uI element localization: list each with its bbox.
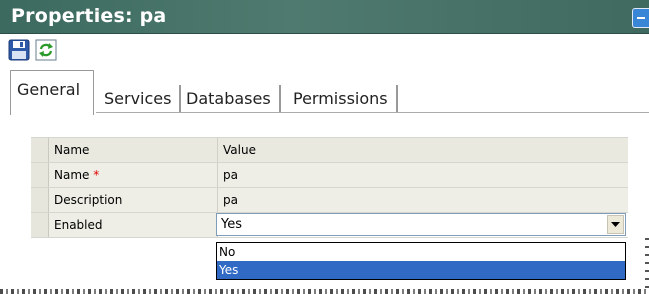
grid-header-row: Name Value (31, 137, 628, 163)
required-marker: * (93, 168, 100, 182)
table-row: Name * pa (31, 163, 628, 188)
window-titlebar: Properties: pa (0, 0, 649, 34)
truncated-content-strip (0, 289, 649, 294)
dropdown-option-yes[interactable]: Yes (217, 261, 625, 279)
tab-strip: General Services Databases Permissions (0, 70, 649, 116)
property-enabled-label: Enabled (49, 213, 218, 237)
refresh-icon[interactable] (35, 39, 57, 61)
tab-services[interactable]: Services (96, 85, 182, 112)
property-name-label: Name * (49, 163, 218, 187)
tab-databases[interactable]: Databases (178, 85, 281, 112)
row-gutter (31, 138, 49, 162)
scroll-edge-artifact (645, 236, 649, 288)
enabled-dropdown-list: No Yes (216, 242, 626, 280)
enabled-select[interactable]: Yes (216, 213, 626, 236)
property-name-value[interactable]: pa (218, 163, 628, 187)
enabled-select-value: Yes (221, 217, 242, 232)
window-title: Properties: pa (11, 5, 167, 27)
properties-grid: Name Value Name * pa Description pa Enab… (31, 137, 628, 238)
property-description-label: Description (49, 188, 218, 212)
row-gutter (31, 188, 49, 212)
minimize-icon[interactable] (632, 8, 649, 28)
tab-general[interactable]: General (10, 70, 94, 115)
property-description-value[interactable]: pa (218, 188, 628, 212)
save-icon[interactable] (8, 39, 30, 61)
property-name-text: Name (54, 168, 90, 182)
row-gutter (31, 163, 49, 187)
chevron-down-icon[interactable] (607, 215, 624, 234)
tab-baseline (96, 112, 649, 113)
tab-permissions[interactable]: Permissions (285, 85, 398, 112)
dropdown-option-no[interactable]: No (217, 243, 625, 261)
header-value: Value (218, 138, 628, 162)
table-row: Description pa (31, 188, 628, 213)
header-name: Name (49, 138, 218, 162)
row-gutter (31, 213, 49, 237)
table-row: Enabled Yes (31, 213, 628, 238)
